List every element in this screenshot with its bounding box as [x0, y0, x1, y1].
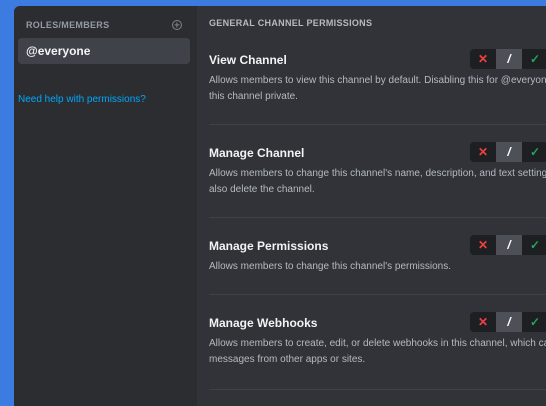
divider	[209, 294, 546, 295]
allow-icon[interactable]: ✓	[522, 312, 546, 332]
neutral-icon[interactable]: /	[496, 49, 522, 69]
permissions-help-link[interactable]: Need help with permissions?	[18, 94, 146, 105]
section-title: GENERAL CHANNEL PERMISSIONS	[209, 18, 373, 28]
sidebar-header: ROLES/MEMBERS	[26, 18, 182, 32]
allow-icon[interactable]: ✓	[522, 235, 546, 255]
divider	[209, 389, 546, 390]
neutral-icon[interactable]: /	[496, 235, 522, 255]
permission-name: Manage Permissions	[209, 239, 329, 253]
permission-toggle: ✕ / ✓	[470, 49, 546, 69]
add-role-icon[interactable]	[172, 20, 182, 30]
permission-toggle: ✕ / ✓	[470, 142, 546, 162]
permission-description: Allows members to view this channel by d…	[209, 75, 546, 102]
divider	[209, 217, 546, 218]
deny-icon[interactable]: ✕	[470, 312, 496, 332]
permission-name: Manage Webhooks	[209, 316, 318, 330]
allow-icon[interactable]: ✓	[522, 49, 546, 69]
permission-name: Manage Channel	[209, 146, 305, 160]
permission-description: Allows members to create, edit, or delet…	[209, 338, 546, 365]
divider	[209, 124, 546, 125]
deny-icon[interactable]: ✕	[470, 142, 496, 162]
neutral-icon[interactable]: /	[496, 142, 522, 162]
allow-icon[interactable]: ✓	[522, 142, 546, 162]
deny-icon[interactable]: ✕	[470, 49, 496, 69]
channel-permissions-window: ROLES/MEMBERS @everyone Need help with p…	[14, 6, 546, 406]
deny-icon[interactable]: ✕	[470, 235, 496, 255]
neutral-icon[interactable]: /	[496, 312, 522, 332]
permission-name: View Channel	[209, 53, 287, 67]
sidebar-title: ROLES/MEMBERS	[26, 20, 110, 30]
permission-description: Allows members to change this channel's …	[209, 168, 546, 195]
permission-description: Allows members to change this channel's …	[209, 261, 452, 272]
role-item-everyone[interactable]: @everyone	[18, 38, 190, 64]
permissions-panel: GENERAL CHANNEL PERMISSIONS View Channel…	[209, 6, 546, 406]
roles-sidebar: ROLES/MEMBERS @everyone Need help with p…	[14, 6, 197, 406]
permission-toggle: ✕ / ✓	[470, 312, 546, 332]
permission-toggle: ✕ / ✓	[470, 235, 546, 255]
